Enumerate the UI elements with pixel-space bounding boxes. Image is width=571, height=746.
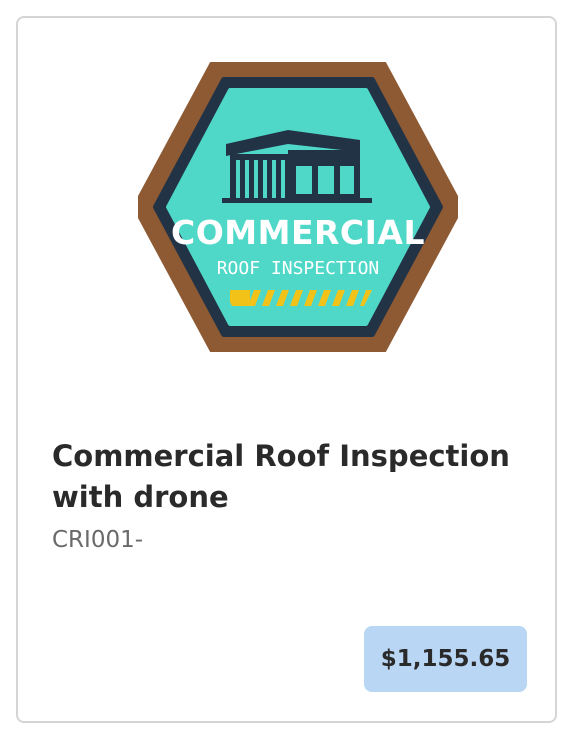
product-title[interactable]: Commercial Roof Inspection with drone — [52, 436, 522, 518]
price-badge[interactable]: $1,155.65 — [364, 626, 527, 692]
badge-subtitle: ROOF INSPECTION — [217, 258, 380, 279]
commercial-roof-inspection-badge-icon: COMMERCIAL ROOF INSPECTION — [138, 62, 458, 352]
badge-title: COMMERCIAL — [171, 213, 425, 252]
product-sku: CRI001- — [52, 527, 144, 553]
product-card[interactable]: COMMERCIAL ROOF INSPECTION Commercial Ro… — [16, 16, 557, 723]
product-image[interactable]: COMMERCIAL ROOF INSPECTION — [138, 62, 458, 352]
